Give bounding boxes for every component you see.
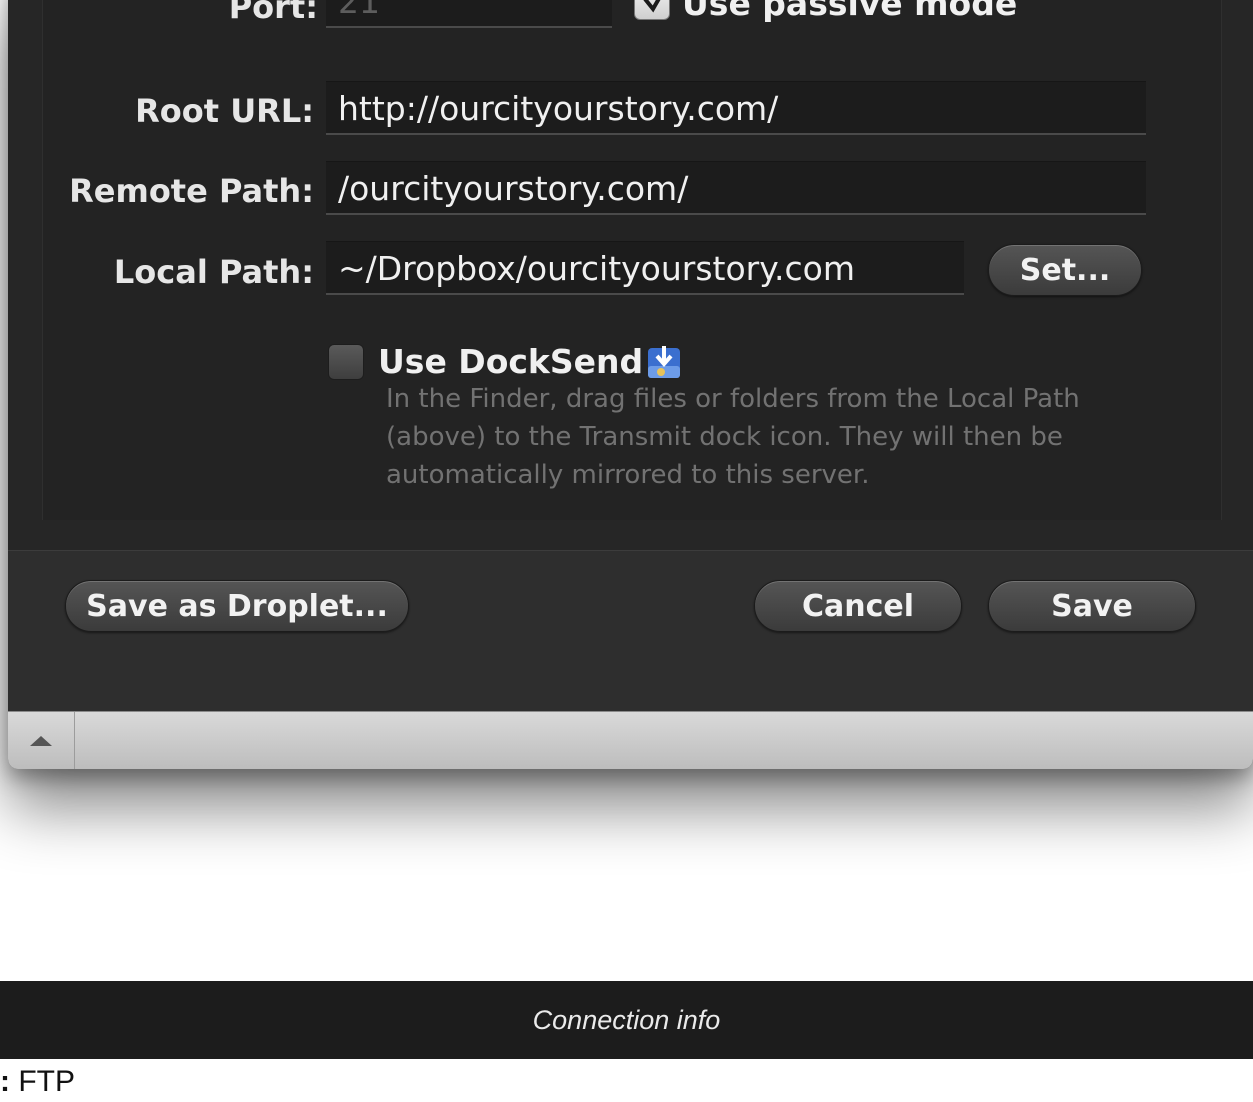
disclosure-toggle[interactable] — [8, 712, 75, 769]
passive-mode-label: Use passive mode — [682, 0, 1018, 23]
passive-mode-checkbox[interactable] — [634, 0, 670, 20]
dialog-panel: Port: 21 Use passive mode Root URL: http… — [8, 0, 1253, 550]
stage: Port: 21 Use passive mode Root URL: http… — [0, 0, 1253, 1102]
remote-path-label: Remote Path: — [69, 172, 314, 210]
dialog-bottom-bar — [8, 711, 1253, 769]
protocol-line-bold: : — [0, 1065, 10, 1098]
root-url-field[interactable]: http://ourcityourstory.com/ — [326, 81, 1146, 135]
set-local-path-button[interactable]: Set... — [988, 244, 1142, 296]
port-label: Port: — [228, 0, 318, 26]
remote-path-field[interactable]: /ourcityourstory.com/ — [326, 161, 1146, 215]
docksend-help-text: In the Finder, drag files or folders fro… — [386, 380, 1176, 494]
caption-bar: Connection info — [0, 981, 1253, 1059]
disclosure-triangle-icon — [30, 736, 52, 746]
local-path-label: Local Path: — [113, 253, 314, 291]
port-field[interactable]: 21 — [326, 0, 612, 28]
docksend-icon — [644, 342, 684, 382]
help-line: automatically mirrored to this server. — [386, 460, 870, 490]
save-button[interactable]: Save — [988, 580, 1196, 632]
root-url-label: Root URL: — [135, 92, 314, 130]
save-as-droplet-button[interactable]: Save as Droplet... — [65, 580, 409, 632]
local-path-field[interactable]: ~/Dropbox/ourcityourstory.com — [326, 241, 964, 295]
help-line: (above) to the Transmit dock icon. They … — [386, 422, 1063, 452]
protocol-line-text: FTP — [10, 1065, 75, 1098]
docksend-checkbox[interactable] — [328, 344, 364, 380]
protocol-line: : FTP — [0, 1065, 75, 1099]
docksend-label: Use DockSend — [378, 342, 644, 381]
cancel-button[interactable]: Cancel — [754, 580, 962, 632]
connection-dialog: Port: 21 Use passive mode Root URL: http… — [8, 0, 1253, 769]
caption-text: Connection info — [532, 1004, 721, 1035]
help-line: In the Finder, drag files or folders fro… — [386, 384, 1080, 414]
checkmark-icon — [643, 0, 661, 13]
